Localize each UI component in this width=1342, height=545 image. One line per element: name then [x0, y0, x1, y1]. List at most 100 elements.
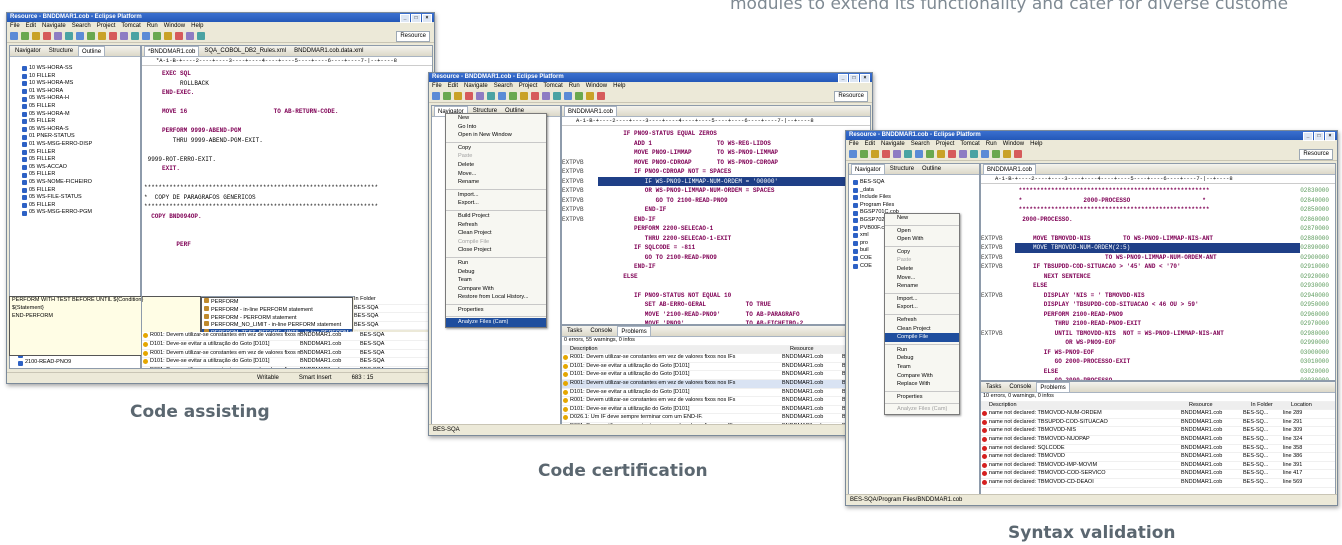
minimize-button[interactable]: _ [400, 14, 410, 23]
tree-item[interactable]: 01 WS-HORA [22, 88, 140, 96]
menu-file[interactable]: File [432, 82, 442, 90]
toolbar-button-icon[interactable] [992, 150, 1000, 158]
toolbar-button-icon[interactable] [948, 150, 956, 158]
menu-navigate[interactable]: Navigate [42, 22, 66, 30]
context-menu-item[interactable]: Clean Project [446, 229, 546, 238]
tab-problems[interactable]: Problems [1036, 382, 1070, 392]
tree-item[interactable]: 05 FILLER [22, 118, 140, 126]
context-menu-item[interactable]: New [885, 214, 959, 223]
toolbar-button-icon[interactable] [43, 32, 51, 40]
context-menu-item[interactable]: Team [885, 363, 959, 372]
tree-item[interactable]: 10 FILLER [22, 73, 140, 81]
menu-search[interactable]: Search [494, 82, 513, 90]
col-location[interactable]: Location [1291, 402, 1331, 410]
tree-item[interactable]: 2100-READ-PNO9 [18, 359, 84, 367]
menu-project[interactable]: Project [936, 140, 955, 148]
problem-row[interactable]: name not declared: TBMOVDD-NUM-ORDEM BNDD… [981, 410, 1335, 419]
context-menu-item[interactable]: Paste [885, 256, 959, 265]
tree-item[interactable]: _data [853, 187, 979, 195]
tree-item[interactable]: 05 WS-FILE-STATUS [22, 194, 140, 202]
problem-row[interactable]: R001: Devem utilizar-se constantes em ve… [142, 350, 432, 359]
context-menu-item[interactable]: Import... [885, 295, 959, 304]
problem-row[interactable]: D101: Deve-se evitar a utilização do Got… [562, 363, 870, 372]
context-menu-item[interactable]: Delete [446, 161, 546, 170]
tree-item[interactable]: 05 WS-MSG-ERRO-PGM [22, 209, 140, 217]
problem-row[interactable]: name not declared: TBMOVDD-NIS BNDDMAR1.c… [981, 427, 1335, 436]
context-menu-item[interactable]: Export... [446, 199, 546, 208]
problem-row[interactable]: D101: Deve-se evitar a utilização do Got… [142, 341, 432, 350]
tree-item[interactable]: 05 WS-NOME-FICHEIRO [22, 179, 140, 187]
minimize-button[interactable]: _ [1303, 132, 1313, 141]
tree-item[interactable]: 05 WS-HORA-S [22, 126, 140, 134]
tab-structure[interactable]: Structure [887, 164, 917, 174]
toolbar-button-icon[interactable] [21, 32, 29, 40]
col-in-folder[interactable]: In Folder [354, 296, 424, 304]
toolbar-button-icon[interactable] [893, 150, 901, 158]
context-menu-item[interactable]: Go Into [446, 123, 546, 132]
toolbar-button-icon[interactable] [65, 32, 73, 40]
perspective-resource-button[interactable]: Resource [834, 91, 868, 102]
tree-item[interactable]: 05 FILLER [22, 103, 140, 111]
code-editor[interactable]: EXEC SQL ROLLBACK END-EXEC. MOVE 16 TO A… [142, 69, 432, 250]
menu-file[interactable]: File [849, 140, 859, 148]
tab-console[interactable]: Console [1006, 382, 1034, 392]
close-button[interactable]: × [1325, 132, 1335, 141]
menu-edit[interactable]: Edit [448, 82, 458, 90]
toolbar-button-icon[interactable] [10, 32, 18, 40]
menu-window[interactable]: Window [586, 82, 607, 90]
toolbar-button-icon[interactable] [871, 150, 879, 158]
tab-navigator[interactable]: Navigator [12, 46, 44, 56]
toolbar-button-icon[interactable] [175, 32, 183, 40]
toolbar-button-icon[interactable] [109, 32, 117, 40]
menu-project[interactable]: Project [97, 22, 116, 30]
tab-bnddmar1-cob[interactable]: BNDDMAR1.cob [564, 106, 618, 116]
context-menu-item[interactable]: Properties [885, 393, 959, 402]
toolbar-button-icon[interactable] [197, 32, 205, 40]
col-description[interactable]: Description [981, 402, 1189, 410]
toolbar-button-icon[interactable] [454, 92, 462, 100]
toolbar-button-icon[interactable] [54, 32, 62, 40]
toolbar-button-icon[interactable] [586, 92, 594, 100]
context-menu-item[interactable]: Open With [885, 235, 959, 244]
context-menu-item[interactable]: Open in New Window [446, 131, 546, 140]
menu-window[interactable]: Window [164, 22, 185, 30]
toolbar-button-icon[interactable] [76, 32, 84, 40]
toolbar-button-icon[interactable] [849, 150, 857, 158]
problem-row[interactable]: name not declared: SQLCODE BNDDMAR1.cob BE… [981, 445, 1335, 454]
toolbar-button-icon[interactable] [443, 92, 451, 100]
toolbar-button-icon[interactable] [1014, 150, 1022, 158]
menu-run[interactable]: Run [569, 82, 580, 90]
toolbar-button-icon[interactable] [597, 92, 605, 100]
problem-row[interactable]: R001: Devem utilizar-se constantes em ve… [142, 367, 432, 368]
toolbar-button-icon[interactable] [120, 32, 128, 40]
toolbar-button-icon[interactable] [860, 150, 868, 158]
context-menu-item[interactable]: Rename [885, 282, 959, 291]
problem-row[interactable]: D101: Deve-se evitar a utilização do Got… [142, 358, 432, 367]
context-menu-item[interactable]: Rename [446, 178, 546, 187]
context-menu-item[interactable]: Compile File [885, 333, 959, 342]
toolbar-button-icon[interactable] [937, 150, 945, 158]
context-menu-item[interactable]: Paste [446, 152, 546, 161]
tab-problems[interactable]: Problems [617, 326, 651, 336]
close-button[interactable]: × [422, 14, 432, 23]
toolbar-button-icon[interactable] [509, 92, 517, 100]
tab-data-xml[interactable]: BNDDMAR1.cob.data.xml [291, 46, 366, 56]
context-menu-item[interactable]: Debug [885, 354, 959, 363]
problem-row[interactable]: name not declared: TBMOVDD-NUOPAP BNDDMAR… [981, 436, 1335, 445]
menu-help[interactable]: Help [191, 22, 203, 30]
problem-row[interactable]: D101: Deve-se evitar a utilização do Got… [562, 389, 870, 398]
problem-row[interactable]: D101: Deve-se evitar a utilização do Got… [562, 371, 870, 380]
context-menu-item[interactable]: Refresh [446, 221, 546, 230]
context-menu-item[interactable]: Compile File [446, 238, 546, 247]
tab-bnddmar1-cob[interactable]: *BNDDMAR1.cob [144, 46, 200, 56]
maximize-button[interactable]: □ [1314, 132, 1324, 141]
tree-item[interactable]: 05 WS-ACCAO [22, 164, 140, 172]
menu-edit[interactable]: Edit [865, 140, 875, 148]
context-menu-item[interactable]: Delete [885, 265, 959, 274]
menu-tomcat[interactable]: Tomcat [543, 82, 562, 90]
tab-console[interactable]: Console [587, 326, 615, 336]
menu-navigate[interactable]: Navigate [464, 82, 488, 90]
col-resource[interactable]: Resource [790, 346, 850, 354]
tab-outline[interactable]: Outline [78, 46, 106, 56]
toolbar-button-icon[interactable] [186, 32, 194, 40]
